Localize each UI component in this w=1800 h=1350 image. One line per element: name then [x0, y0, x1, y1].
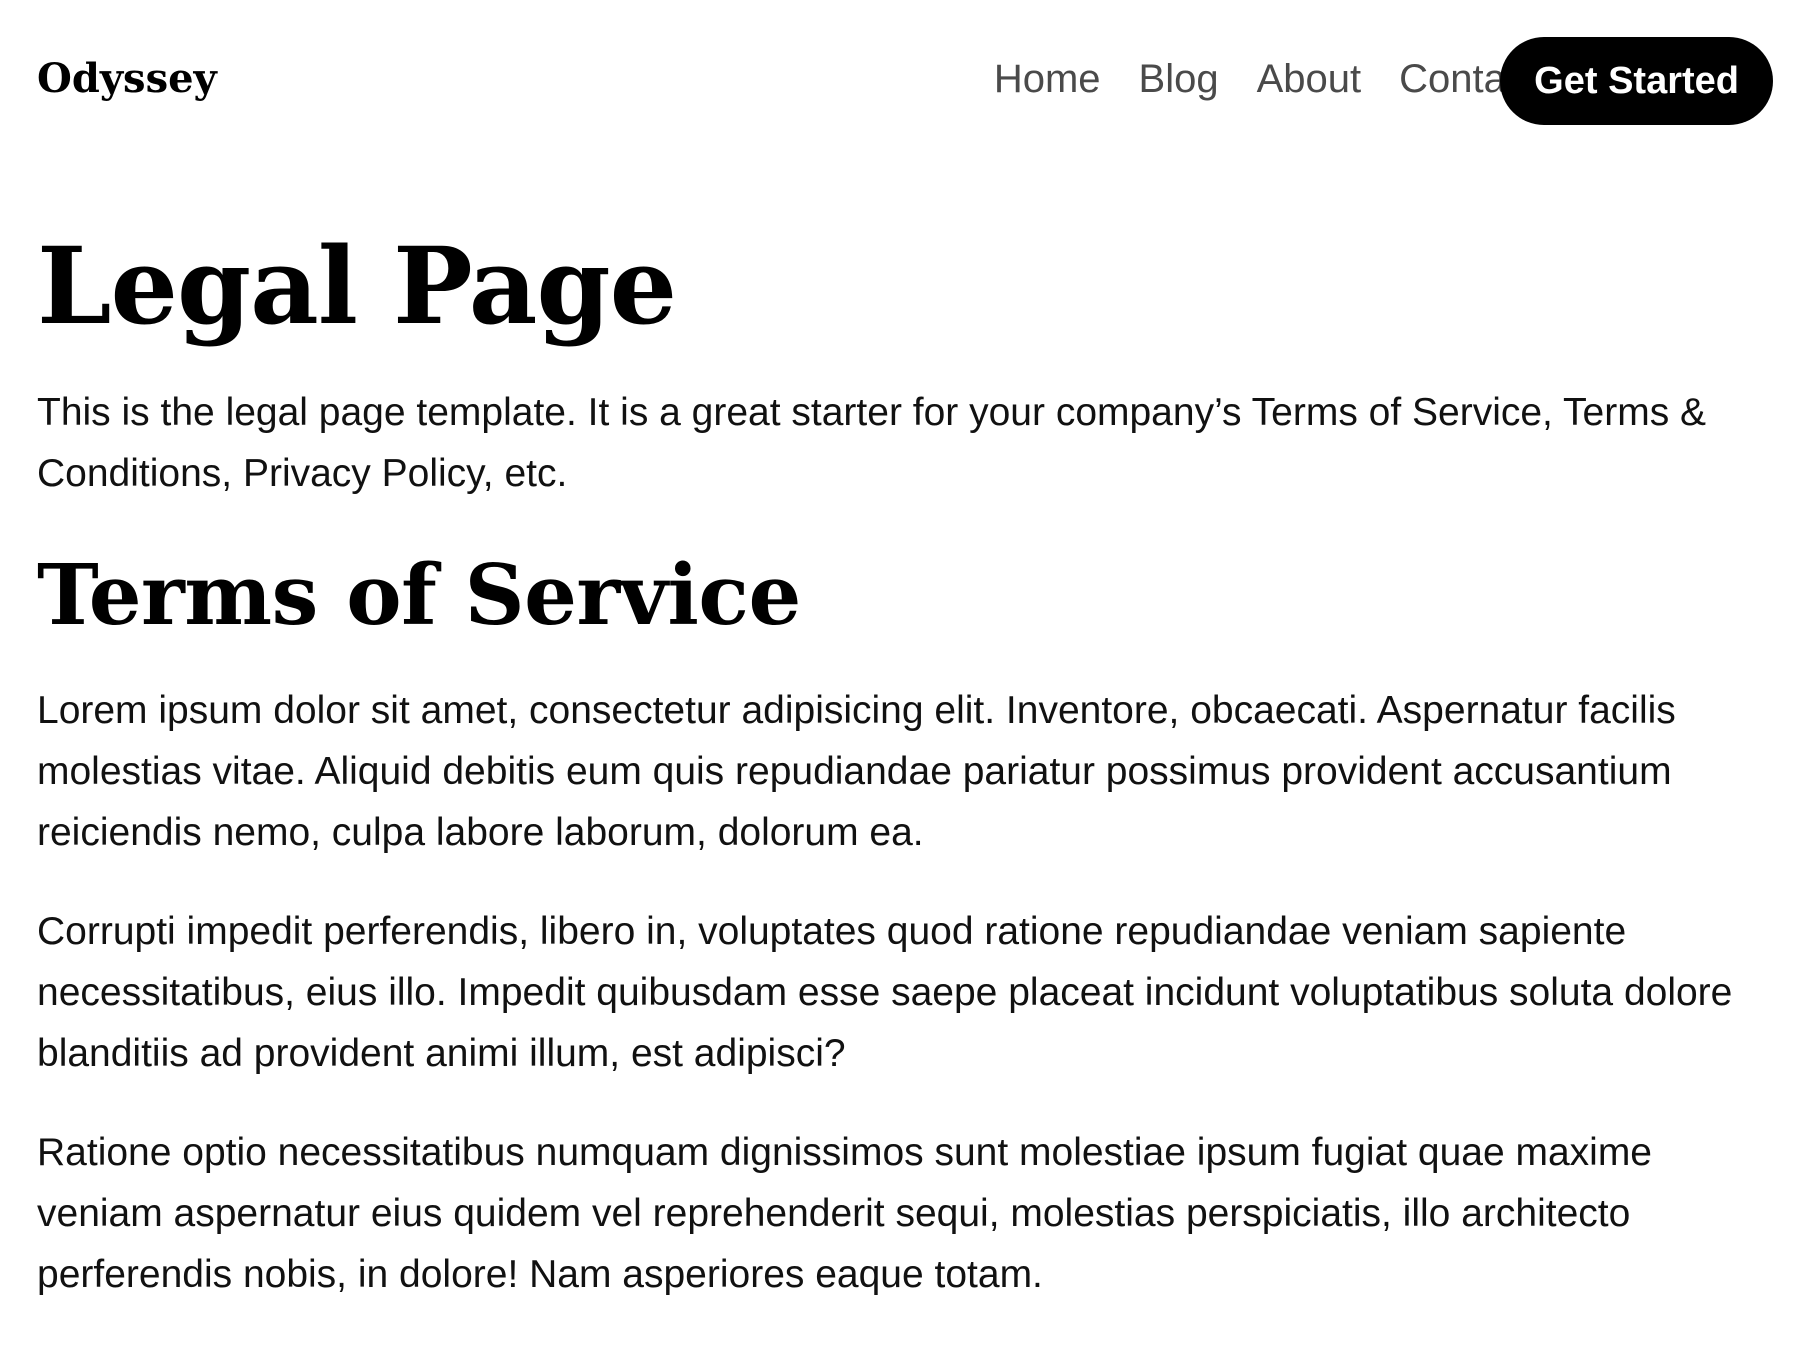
page-title: Legal Page — [37, 223, 677, 348]
brand-logo[interactable]: Odyssey — [37, 50, 217, 108]
nav-blog-link[interactable]: Blog — [1139, 48, 1219, 110]
body-paragraph-3: Ratione optio necessitatibus numquam dig… — [37, 1131, 1652, 1296]
body-paragraph-2: Corrupti impedit perferendis, libero in,… — [37, 910, 1733, 1075]
section-title: Terms of Service — [37, 546, 801, 644]
body-paragraph-1: Lorem ipsum dolor sit amet, consectetur … — [37, 689, 1676, 854]
site-header: Odyssey Home Blog About Contact Get Star… — [0, 0, 1800, 160]
nav-about-link[interactable]: About — [1257, 48, 1362, 110]
main-nav: Home Blog About Contact — [994, 48, 1537, 110]
nav-home-link[interactable]: Home — [994, 48, 1101, 110]
intro-paragraph: This is the legal page template. It is a… — [37, 391, 1707, 495]
main-content: Legal Page This is the legal page templa… — [37, 212, 1762, 1305]
get-started-button[interactable]: Get Started — [1500, 37, 1773, 125]
